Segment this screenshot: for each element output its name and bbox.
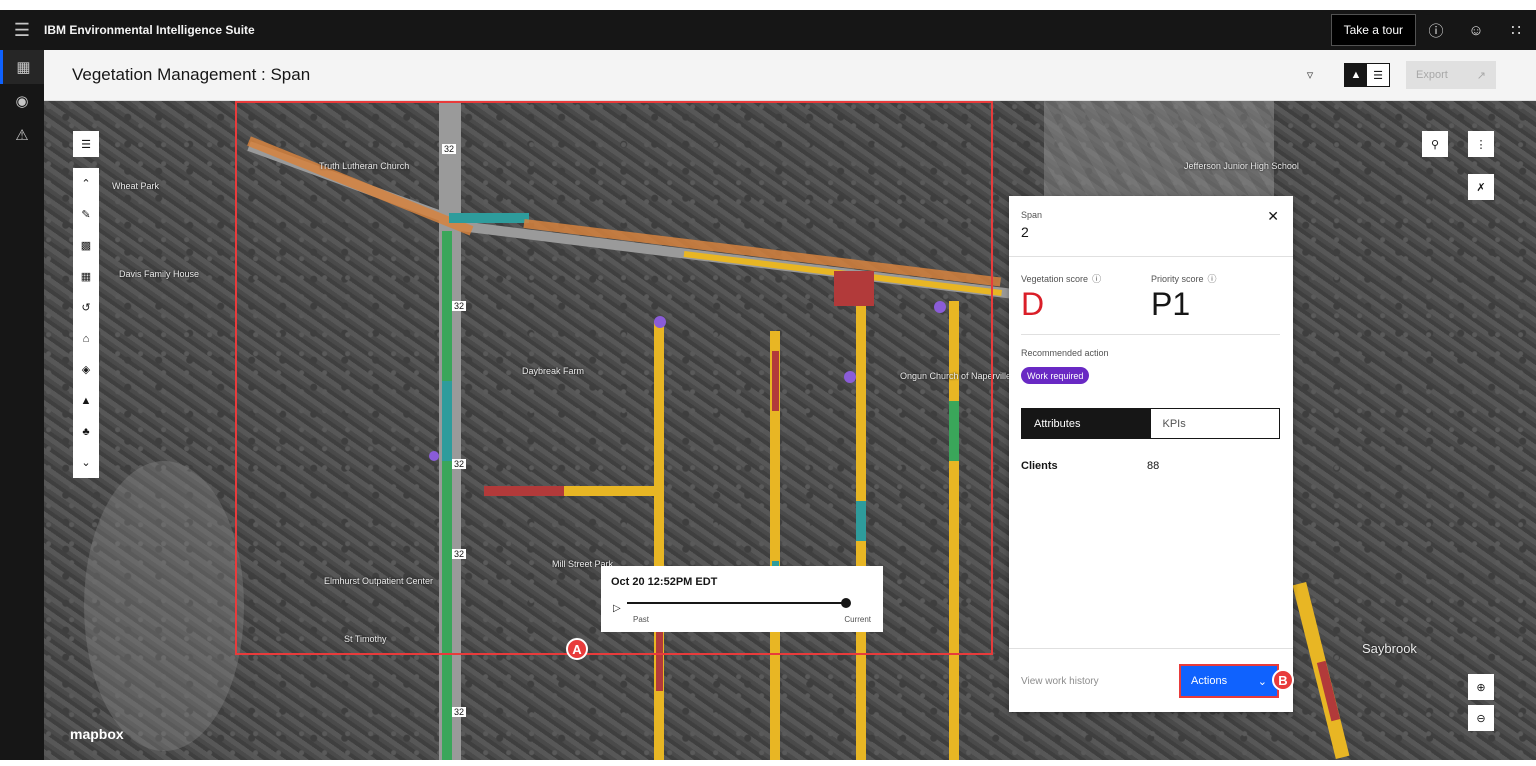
export-button[interactable]: Export ↗: [1406, 61, 1496, 89]
mapbox-logo: mapbox: [70, 726, 124, 742]
take-a-tour-button[interactable]: Take a tour: [1330, 14, 1416, 46]
span-value: 2: [1021, 224, 1029, 240]
chevron-down-icon: ⌄: [1257, 675, 1267, 688]
map-label-saybrook: Saybrook: [1362, 641, 1417, 656]
map-label-house: Davis Family House: [119, 269, 200, 279]
map-tool-strip: ⌃ ✎ ▩ ▦ ↺ ⌂ ◈ ▲ ♣ ⌄: [73, 168, 99, 478]
timeline-date: Oct 20 12:52PM EDT: [611, 576, 718, 588]
help-icon[interactable]: ⓘ: [1416, 10, 1456, 50]
export-label: Export: [1416, 69, 1448, 81]
tab-attributes[interactable]: Attributes: [1022, 409, 1151, 438]
building-icon[interactable]: ⌂: [73, 323, 99, 354]
satellite-map[interactable]: Truth Lutheran Church Wheat Park Davis F…: [44, 101, 1536, 760]
timeline-past-label: Past: [633, 615, 650, 624]
map-label-park: Wheat Park: [112, 181, 160, 191]
list-view-icon[interactable]: ☰: [1367, 64, 1389, 86]
tower-icon[interactable]: ▲: [73, 385, 99, 416]
timeline-control: Oct 20 12:52PM EDT ▷ Past Current: [601, 566, 883, 632]
app-switcher-icon[interactable]: ∷: [1496, 10, 1536, 50]
priority-score-label: Priority score ⓘ: [1151, 274, 1217, 284]
chevron-down-icon[interactable]: ⌄: [73, 447, 99, 478]
view-work-history-link[interactable]: View work history: [1021, 676, 1099, 687]
vegetation-score-label: Vegetation score ⓘ: [1021, 274, 1102, 284]
layers-icon[interactable]: ☰: [73, 131, 99, 157]
top-bar: ☰ IBM Environmental Intelligence Suite T…: [0, 10, 1536, 50]
dashboard-icon[interactable]: ▦: [0, 50, 44, 84]
search-icon[interactable]: ⚲: [1422, 131, 1448, 157]
panel-tabs: Attributes KPIs: [1021, 408, 1280, 439]
timeline-slider[interactable]: [627, 598, 851, 608]
zoom-in-icon[interactable]: ⊕: [1468, 674, 1494, 700]
tab-kpis[interactable]: KPIs: [1150, 409, 1279, 438]
play-icon[interactable]: ▷: [613, 603, 621, 614]
badge-a: A: [566, 638, 588, 660]
export-icon: ↗: [1476, 69, 1486, 82]
golf-course-area: [84, 461, 244, 751]
unlink-icon[interactable]: ✗: [1468, 174, 1494, 200]
map-label-school: Jefferson Junior High School: [1184, 161, 1299, 171]
divider: [1021, 334, 1280, 335]
info-icon[interactable]: ⓘ: [1092, 274, 1101, 284]
actions-label: Actions: [1191, 675, 1228, 687]
filter-icon[interactable]: ▿: [1296, 61, 1324, 89]
divider: [1009, 648, 1293, 649]
calendar-icon[interactable]: ▩: [73, 230, 99, 261]
actions-button[interactable]: Actions ⌄: [1179, 664, 1279, 698]
app-brand: IBM Environmental Intelligence Suite: [44, 23, 255, 37]
divider: [1009, 256, 1293, 257]
network-icon[interactable]: ▦: [73, 261, 99, 292]
span-detail-panel: Span 2 ✕ Vegetation score ⓘ D Priority sc…: [1009, 196, 1293, 712]
work-required-tag: Work required: [1021, 367, 1090, 384]
chevron-up-icon[interactable]: ⌃: [73, 168, 99, 199]
tree-icon[interactable]: ♣: [73, 416, 99, 447]
badge-b: B: [1272, 669, 1294, 691]
timeline-handle[interactable]: [841, 598, 851, 608]
vegetation-score-value: D: [1021, 286, 1045, 322]
overflow-menu-icon[interactable]: ⋮: [1468, 131, 1494, 157]
info-icon[interactable]: ⓘ: [1208, 274, 1217, 284]
user-icon[interactable]: ☺: [1456, 10, 1496, 50]
clients-value: 88: [1147, 460, 1160, 472]
clients-label: Clients: [1021, 460, 1058, 472]
page-title: Vegetation Management : Span: [72, 65, 311, 84]
priority-score-value: P1: [1151, 286, 1191, 322]
hamburger-menu-icon[interactable]: ☰: [0, 10, 44, 50]
pin-icon[interactable]: ◈: [73, 354, 99, 385]
history-icon[interactable]: ↺: [73, 292, 99, 323]
page-header: Vegetation Management : Span ▿ ▲ ☰ Expor…: [44, 50, 1536, 101]
timeline-current-label: Current: [844, 615, 871, 624]
map-view-icon[interactable]: ▲: [1345, 64, 1367, 86]
left-rail: ▦ ◉ ⚠: [0, 50, 44, 760]
zoom-out-icon[interactable]: ⊖: [1468, 705, 1494, 731]
span-label: Span: [1021, 210, 1043, 220]
draw-icon[interactable]: ✎: [73, 199, 99, 230]
recommended-action-label: Recommended action: [1021, 348, 1109, 358]
app-root: ☰ IBM Environmental Intelligence Suite T…: [0, 0, 1536, 766]
view-toggle: ▲ ☰: [1344, 63, 1390, 87]
alert-icon[interactable]: ⚠: [0, 118, 44, 152]
close-icon[interactable]: ✕: [1267, 208, 1279, 225]
globe-icon[interactable]: ◉: [0, 84, 44, 118]
route-shield: 32: [452, 707, 467, 717]
